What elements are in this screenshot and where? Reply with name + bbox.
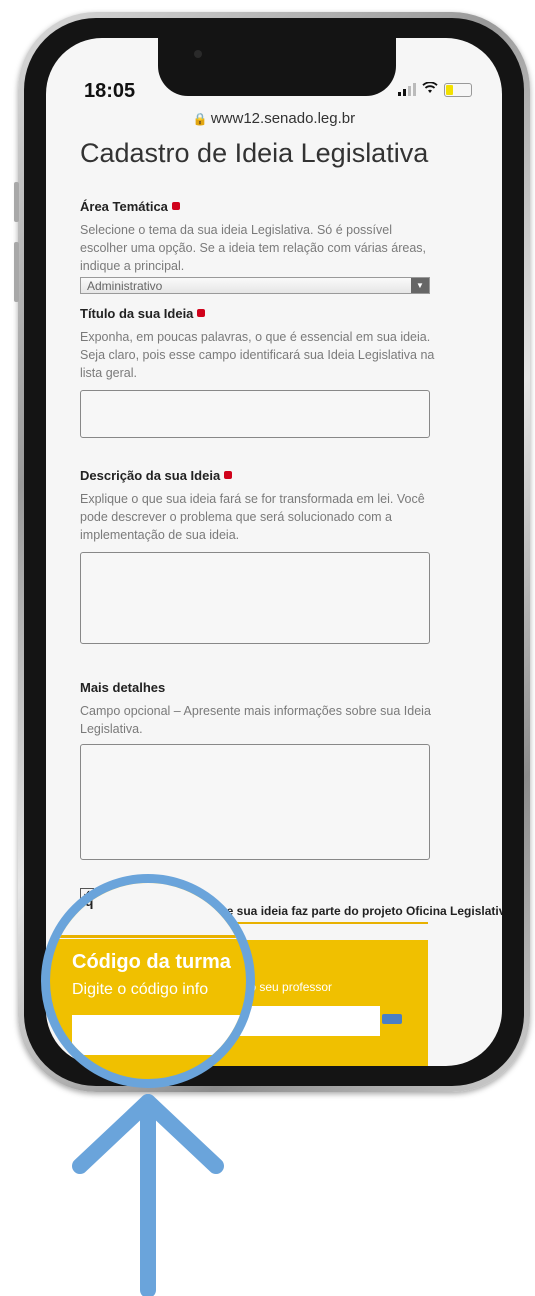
magnified-codigo-input[interactable] [72,1015,246,1055]
signal-icon [398,83,416,96]
titulo-help: Exponha, em poucas palavras, o que é ess… [80,330,435,380]
titulo-label: Título da sua Ideia [80,306,436,321]
detalhes-section: Mais detalhes Campo opcional – Apresente… [80,680,436,860]
magnified-divider [50,935,246,938]
up-arrow-icon [72,1094,224,1296]
form: Cadastro de Ideia Legislativa Área Temát… [80,138,436,890]
select-value: Administrativo [87,279,163,293]
descricao-section: Descrição da sua Ideia Explique o que su… [80,468,436,644]
phone-side-button [14,182,19,222]
detalhes-textarea[interactable] [80,744,430,860]
required-marker [171,202,180,210]
status-time: 18:05 [84,80,136,102]
codigo-submit-button[interactable] [382,1014,402,1024]
descricao-help: Explique o que sua ideia fará se for tra… [80,492,425,542]
url-text: www12.senado.leg.br [210,110,356,127]
titulo-input[interactable] [80,390,430,438]
area-tematica-select[interactable]: Administrativo ▼ [80,277,430,294]
descricao-textarea[interactable] [80,552,430,644]
detalhes-help: Campo opcional – Apresente mais informaç… [80,704,431,736]
area-tematica-help: Selecione o tema da sua ideia Legislativ… [80,223,427,273]
phone-volume-button [14,242,19,302]
area-tematica-section: Área Temática Selecione o tema da sua id… [80,199,436,294]
magnified-checkbox-area: Marq [50,883,246,939]
status-icons [398,81,472,97]
titulo-section: Título da sua Ideia Exponha, em poucas p… [80,306,436,438]
codigo-help-start: Digite o código info [72,981,209,998]
lock-icon: 🔒 [192,112,208,126]
page-title: Cadastro de Ideia Legislativa [80,138,429,168]
area-tematica-label: Área Temática [80,199,436,214]
required-marker [224,471,233,479]
wifi-icon [422,81,438,97]
magnifier-circle: Marq Código da turma Digite o código inf… [41,874,255,1088]
address-bar[interactable]: 🔒 www12.senado.leg.br [46,110,502,127]
battery-icon [444,82,472,97]
phone-notch [158,38,396,96]
required-marker [197,309,206,317]
descricao-label: Descrição da sua Ideia [80,468,436,483]
codigo-turma-title: Código da turma [72,951,231,973]
camera-icon [194,50,202,58]
detalhes-label: Mais detalhes [80,680,166,695]
magnified-checkbox-label: Marq [60,893,94,909]
dropdown-arrow-icon[interactable]: ▼ [411,278,429,293]
